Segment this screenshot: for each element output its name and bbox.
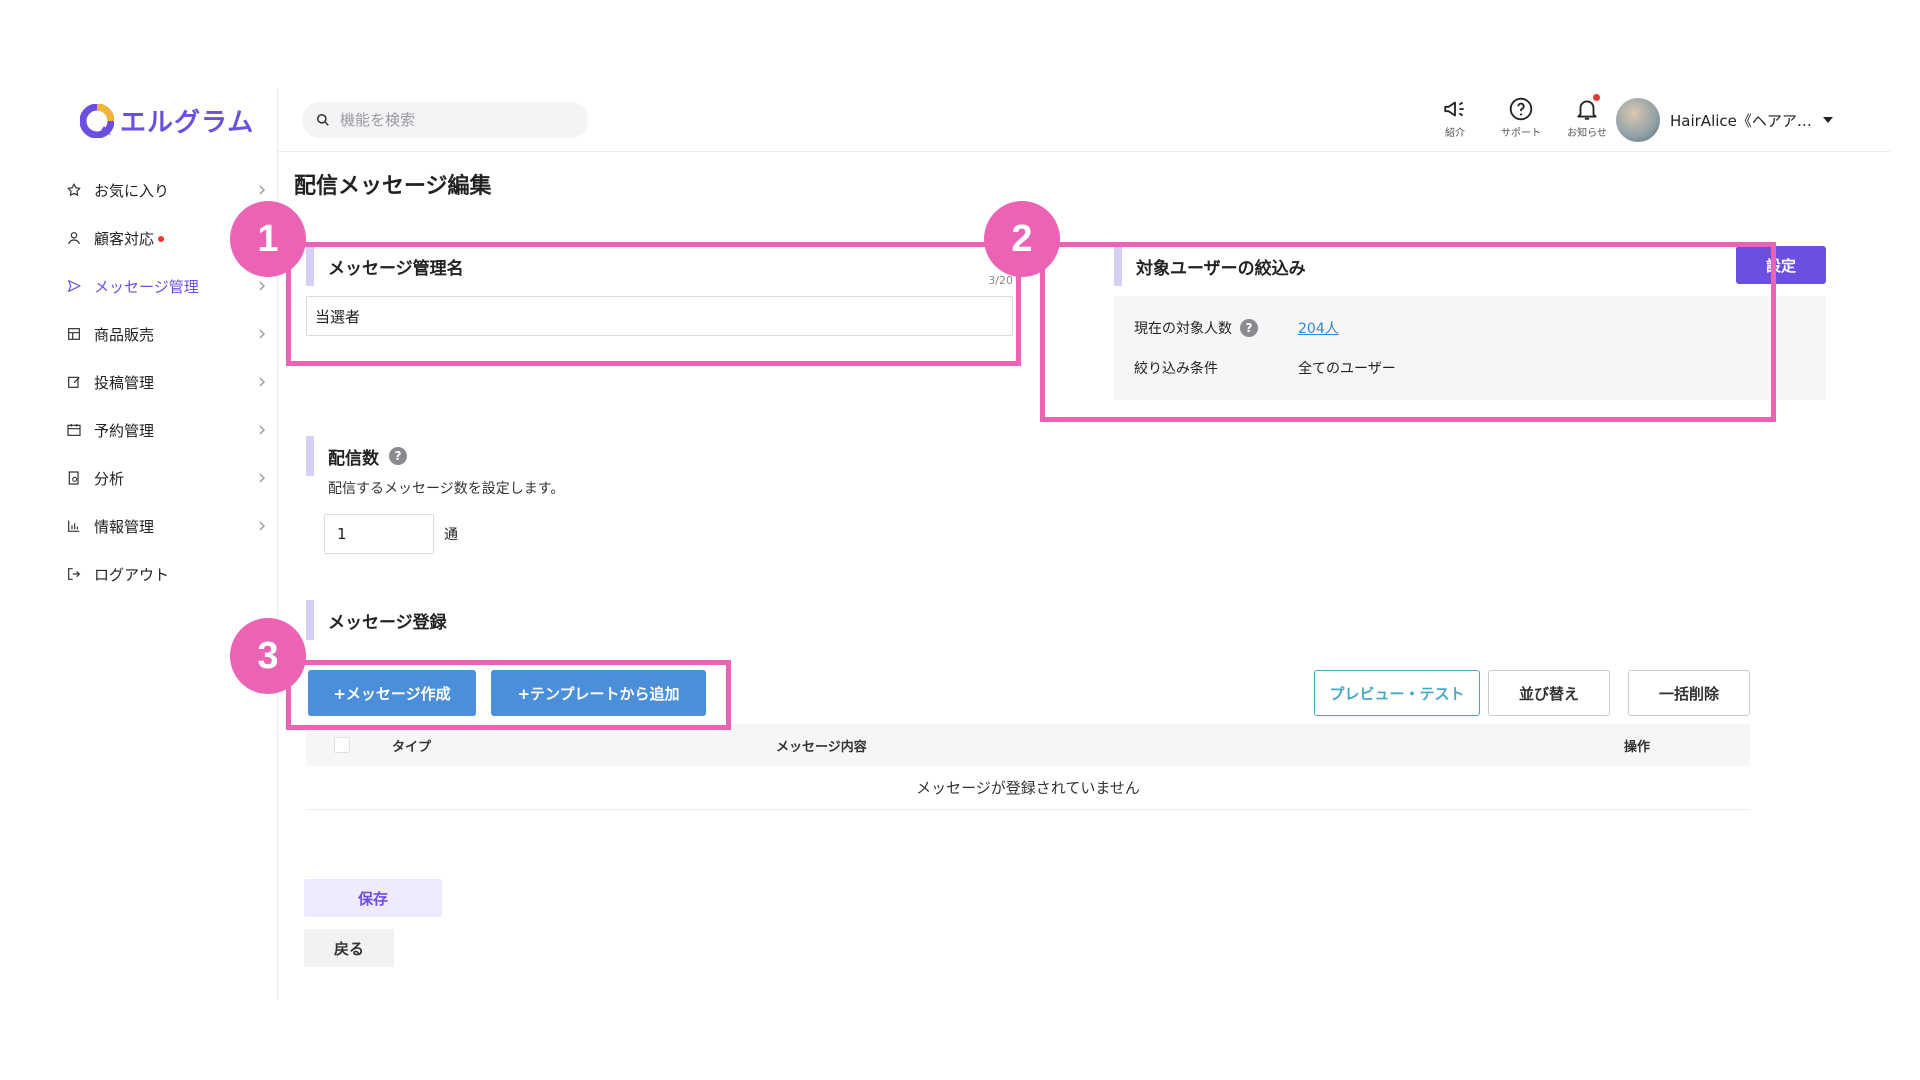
- chevron-right-icon: [259, 185, 265, 195]
- sidebar-item-label: 投稿管理: [94, 373, 155, 392]
- chevron-right-icon: [259, 377, 265, 387]
- table-header: タイプ メッセージ内容 操作: [306, 724, 1750, 766]
- referral-button[interactable]: 紹介: [1438, 96, 1472, 139]
- sidebar-item-label: 予約管理: [94, 421, 155, 440]
- sidebar-item-favorites[interactable]: お気に入り: [60, 166, 278, 214]
- sidebar-item-info-management[interactable]: 情報管理: [60, 502, 278, 550]
- sidebar-item-label: メッセージ管理: [94, 277, 199, 296]
- select-all-checkbox[interactable]: [334, 737, 350, 753]
- sidebar-item-logout[interactable]: ログアウト: [60, 550, 278, 598]
- chevron-right-icon: [259, 425, 265, 435]
- sidebar-item-analysis[interactable]: 分析: [60, 454, 278, 502]
- sidebar-item-reservation[interactable]: 予約管理: [60, 406, 278, 454]
- bulk-delete-button[interactable]: 一括削除: [1628, 670, 1750, 716]
- help-circle-icon: [1509, 97, 1533, 121]
- highlight-box-2: [1040, 242, 1776, 422]
- search-icon: [316, 113, 329, 126]
- chevron-right-icon: [259, 281, 265, 291]
- column-type: タイプ: [392, 739, 432, 755]
- section-description: 配信するメッセージ数を設定します。: [328, 481, 565, 497]
- top-header: 紹介 サポート お知らせ HairAlice《ヘアア…: [278, 88, 1890, 152]
- section-title: メッセージ登録: [328, 612, 447, 633]
- send-icon: [64, 276, 84, 296]
- star-icon: [64, 180, 84, 200]
- save-button[interactable]: 保存: [304, 879, 442, 917]
- store-icon: [64, 324, 84, 344]
- highlight-box-3: [286, 660, 731, 730]
- bar-chart-icon: [64, 516, 84, 536]
- alert-dot: [158, 236, 165, 242]
- step-badge-3: 3: [230, 618, 306, 694]
- logo-icon: [80, 103, 114, 138]
- column-content: メッセージ内容: [776, 739, 867, 755]
- user-icon: [64, 228, 84, 248]
- section-header: メッセージ登録: [306, 600, 1750, 640]
- notifications-button[interactable]: お知らせ: [1567, 94, 1607, 139]
- report-icon: [64, 468, 84, 488]
- sidebar-item-post-management[interactable]: 投稿管理: [60, 358, 278, 406]
- megaphone-icon: [1444, 101, 1464, 117]
- support-button[interactable]: サポート: [1501, 96, 1541, 139]
- delivery-count-unit: 通: [444, 527, 458, 543]
- message-table: タイプ メッセージ内容 操作 メッセージが登録されていません: [306, 724, 1750, 810]
- avatar: [1616, 98, 1660, 142]
- logout-icon: [64, 564, 84, 584]
- support-caption: サポート: [1501, 128, 1541, 139]
- section-title: 配信数: [328, 448, 379, 469]
- sidebar-item-product-sales[interactable]: 商品販売: [60, 310, 278, 358]
- logo-text: エルグラム: [120, 108, 255, 138]
- back-button[interactable]: 戻る: [304, 929, 394, 967]
- app-window: エルグラム お気に入り 顧客対応 メッセージ管理 商品販売 投稿管理 予約管理 …: [60, 88, 1890, 1000]
- user-name: HairAlice《ヘアア…: [1670, 111, 1812, 130]
- header-icons: 紹介 サポート お知らせ: [1438, 94, 1607, 139]
- search-input[interactable]: [340, 111, 560, 129]
- help-icon[interactable]: ?: [389, 447, 407, 465]
- column-ops: 操作: [1624, 739, 1651, 755]
- chevron-right-icon: [259, 329, 265, 339]
- chevron-right-icon: [259, 473, 265, 483]
- search-box[interactable]: [302, 102, 588, 138]
- notification-dot: [1593, 94, 1600, 101]
- referral-caption: 紹介: [1445, 128, 1465, 139]
- empty-row: メッセージが登録されていません: [306, 766, 1750, 810]
- notifications-caption: お知らせ: [1567, 128, 1607, 139]
- sidebar-item-label: 商品販売: [94, 325, 155, 344]
- sidebar-item-label: お気に入り: [94, 181, 170, 200]
- section-header: 配信数 ?: [306, 436, 906, 476]
- chevron-right-icon: [259, 521, 265, 531]
- sort-button[interactable]: 並び替え: [1488, 670, 1610, 716]
- user-menu[interactable]: HairAlice《ヘアア…: [1616, 98, 1834, 142]
- section-accent-bar: [306, 436, 314, 476]
- sidebar-item-label-text: 顧客対応: [94, 229, 155, 248]
- sidebar-item-label: 情報管理: [94, 517, 155, 536]
- quantity-row: 通: [324, 514, 906, 554]
- edit-icon: [64, 372, 84, 392]
- sidebar-item-label: ログアウト: [94, 565, 170, 584]
- caret-down-icon: [1822, 117, 1833, 123]
- section-accent-bar: [306, 600, 314, 640]
- step-badge-1: 1: [230, 201, 306, 277]
- logo[interactable]: エルグラム: [80, 102, 254, 139]
- delivery-count-input[interactable]: [324, 514, 434, 554]
- delivery-count-section: 配信数 ? 配信するメッセージ数を設定します。 通: [306, 436, 906, 554]
- highlight-box-1: [286, 242, 1021, 366]
- step-badge-2: 2: [984, 201, 1060, 277]
- calendar-icon: [64, 420, 84, 440]
- page-title: 配信メッセージ編集: [294, 174, 492, 199]
- sidebar-item-label: 分析: [94, 469, 125, 488]
- preview-test-button[interactable]: プレビュー・テスト: [1314, 670, 1480, 716]
